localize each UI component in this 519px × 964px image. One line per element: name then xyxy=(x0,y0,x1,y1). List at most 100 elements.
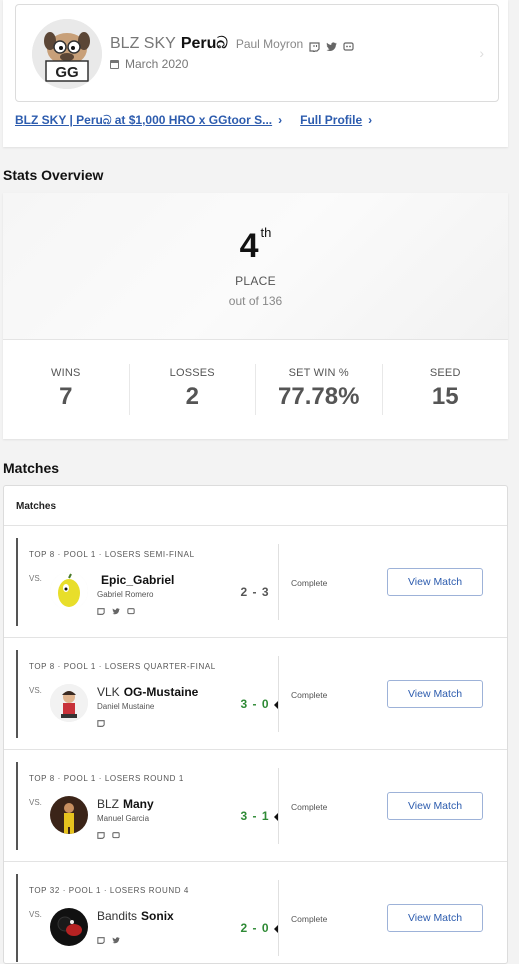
match-accent-bar xyxy=(16,762,18,850)
stat-wins: WINS 7 xyxy=(3,364,130,415)
stat-label: WINS xyxy=(50,367,81,379)
divider xyxy=(278,880,279,956)
stat-label: LOSSES xyxy=(169,367,215,379)
profile-header[interactable]: GG BLZ SKY Peruබ Paul Moyron March 2020 … xyxy=(15,4,499,102)
placement-label: PLACE xyxy=(235,274,276,288)
opponent-real-name: Daniel Mustaine xyxy=(97,702,155,711)
stat-row: WINS 7 LOSSES 2 SET WIN % 77.78% SEED 15 xyxy=(3,340,508,439)
opponent-tag: Epic_Gabriel xyxy=(101,573,175,587)
opponent-prefix: Bandits xyxy=(97,909,138,923)
match-status: Complete xyxy=(291,802,328,812)
opponent-name: BLZ Many xyxy=(97,797,154,811)
stat-value: 2 xyxy=(185,383,199,410)
opponent-name: VLK OG-Mustaine xyxy=(97,685,198,699)
player-tag: Peruබ xyxy=(180,35,228,52)
opponent-real-name: Gabriel Romero xyxy=(97,590,154,599)
twitch-icon[interactable] xyxy=(97,602,105,617)
opponent-tag: OG-Mustaine xyxy=(123,685,199,699)
divider xyxy=(278,544,279,620)
vs-label: VS. xyxy=(29,686,42,695)
match-status: Complete xyxy=(291,914,328,924)
opponent-social xyxy=(97,931,127,946)
stat-value: 15 xyxy=(431,383,459,410)
twitch-icon[interactable] xyxy=(309,39,320,54)
chevron-right-icon: › xyxy=(479,45,484,61)
twitter-icon[interactable] xyxy=(112,602,120,615)
player-real-name: Paul Moyron xyxy=(235,37,304,51)
profile-card: GG BLZ SKY Peruබ Paul Moyron March 2020 … xyxy=(3,0,508,147)
stat-set-win-percent: SET WIN % 77.78% xyxy=(256,364,383,415)
vs-label: VS. xyxy=(29,910,42,919)
matches-section-title: Matches xyxy=(3,460,60,476)
stat-value: 7 xyxy=(59,383,73,410)
match-score: 3 - 1 xyxy=(240,809,270,823)
divider xyxy=(278,768,279,844)
match-round: TOP 8 · POOL 1 · LOSERS QUARTER-FINAL xyxy=(29,662,216,671)
opponent-name: Bandits Sonix xyxy=(97,909,174,923)
stat-losses: LOSSES 2 xyxy=(130,364,256,415)
event-link[interactable]: BLZ SKY | Peruබ at $1,000 HRO x GGtoor S… xyxy=(15,113,272,128)
matches-card-title: Matches xyxy=(4,486,507,526)
placement-panel: 4th PLACE out of 136 xyxy=(3,193,508,340)
vs-label: VS. xyxy=(29,574,42,583)
player-name: BLZ SKY Peruබ Paul Moyron xyxy=(110,35,360,54)
discord-icon[interactable] xyxy=(112,826,120,839)
placement-number: 4th xyxy=(239,225,272,265)
player-prefix: BLZ SKY xyxy=(110,35,176,52)
vs-label: VS. xyxy=(29,798,42,807)
opponent-prefix: VLK xyxy=(97,685,120,699)
stat-label: SEED xyxy=(429,367,461,379)
profile-links: BLZ SKY | Peruබ at $1,000 HRO x GGtoor S… xyxy=(15,113,390,128)
twitter-icon[interactable] xyxy=(112,931,120,944)
placement-suffix: th xyxy=(260,225,272,240)
chevron-right-icon: › xyxy=(278,113,283,127)
discord-icon[interactable] xyxy=(343,39,354,51)
opponent-social xyxy=(97,714,112,729)
svg-text:GG: GG xyxy=(55,64,78,81)
opponent-avatar xyxy=(50,572,88,610)
opponent-tag: Many xyxy=(123,797,154,811)
twitch-icon[interactable] xyxy=(97,826,105,841)
chevron-right-icon: › xyxy=(368,113,373,127)
match-round: TOP 8 · POOL 1 · LOSERS SEMI-FINAL xyxy=(29,550,195,559)
match-accent-bar xyxy=(16,650,18,738)
match-row: TOP 8 · POOL 1 · LOSERS SEMI-FINAL VS. E… xyxy=(4,526,507,638)
divider xyxy=(278,656,279,732)
twitch-icon[interactable] xyxy=(97,931,105,946)
opponent-real-name: Manuel Garcia xyxy=(97,814,150,823)
placement-out-of: out of 136 xyxy=(228,294,283,308)
opponent-avatar xyxy=(50,796,88,834)
match-accent-bar xyxy=(16,538,18,626)
view-match-button[interactable]: View Match xyxy=(387,568,483,596)
discord-icon[interactable] xyxy=(127,602,135,615)
match-round: TOP 32 · POOL 1 · LOSERS ROUND 4 xyxy=(29,886,189,895)
match-row: TOP 32 · POOL 1 · LOSERS ROUND 4 VS. Ban… xyxy=(4,862,507,963)
joined-date: March 2020 xyxy=(110,57,188,71)
match-row: TOP 8 · POOL 1 · LOSERS ROUND 1 VS. BLZ M… xyxy=(4,750,507,862)
match-score: 2 - 0 xyxy=(240,921,270,935)
full-profile-link[interactable]: Full Profile xyxy=(300,113,362,128)
view-match-button[interactable]: View Match xyxy=(387,680,483,708)
stats-overview-title: Stats Overview xyxy=(3,167,104,183)
stats-card: 4th PLACE out of 136 WINS 7 LOSSES 2 SET… xyxy=(3,193,508,439)
opponent-avatar xyxy=(50,908,88,946)
stat-value: 77.78% xyxy=(278,383,360,410)
opponent-social xyxy=(97,602,142,617)
opponent-social xyxy=(97,826,127,841)
stat-seed: SEED 15 xyxy=(383,364,509,415)
match-round: TOP 8 · POOL 1 · LOSERS ROUND 1 xyxy=(29,774,184,783)
stat-label: SET WIN % xyxy=(288,367,349,379)
match-score: 3 - 0 xyxy=(240,697,270,711)
calendar-icon xyxy=(110,59,119,69)
twitch-icon[interactable] xyxy=(97,714,105,729)
opponent-avatar xyxy=(50,684,88,722)
avatar: GG xyxy=(32,19,102,89)
twitter-icon[interactable] xyxy=(326,39,338,51)
match-row: TOP 8 · POOL 1 · LOSERS QUARTER-FINAL VS… xyxy=(4,638,507,750)
view-match-button[interactable]: View Match xyxy=(387,904,483,932)
opponent-name: Epic_Gabriel xyxy=(97,573,174,587)
view-match-button[interactable]: View Match xyxy=(387,792,483,820)
opponent-tag: Sonix xyxy=(141,909,174,923)
match-score: 2 - 3 xyxy=(240,585,270,599)
match-status: Complete xyxy=(291,578,328,588)
